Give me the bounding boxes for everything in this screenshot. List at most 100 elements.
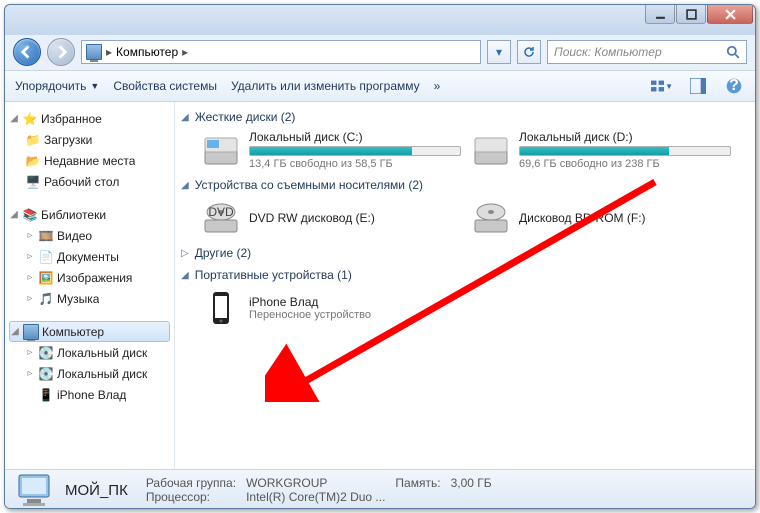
music-icon: 🎵 <box>38 291 54 307</box>
section-header[interactable]: ▷Другие (2) <box>181 246 749 260</box>
organize-menu[interactable]: Упорядочить ▼ <box>15 79 99 93</box>
computer-icon <box>86 44 102 60</box>
address-bar[interactable]: ▸ Компьютер ▸ <box>81 40 481 64</box>
sidebar-libraries-header[interactable]: ◢📚Библиотеки <box>5 204 174 225</box>
maximize-button[interactable] <box>676 5 706 24</box>
preview-pane-button[interactable] <box>687 75 709 97</box>
sidebar-item-recent[interactable]: 📂Недавние места <box>5 150 174 171</box>
section-other: ▷Другие (2) <box>181 246 749 260</box>
search-icon <box>726 45 740 59</box>
system-properties-button[interactable]: Свойства системы <box>113 79 217 93</box>
bd-drive-icon <box>471 198 511 238</box>
desktop-icon: 🖥️ <box>25 174 41 190</box>
drive-d[interactable]: Локальный диск (D:) 69,6 ГБ свободно из … <box>471 130 731 170</box>
iphone-icon <box>201 288 241 328</box>
device-subtitle: Переносное устройство <box>249 309 461 321</box>
section-header[interactable]: ◢Портативные устройства (1) <box>181 268 749 282</box>
drive-icon <box>201 130 241 170</box>
view-mode-button[interactable]: ▼ <box>651 75 673 97</box>
navbar: ▸ Компьютер ▸ ▾ Поиск: Компьютер <box>5 34 755 70</box>
content-pane: ◢Жесткие диски (2) Локальный диск (C:) 1… <box>175 102 755 469</box>
search-placeholder: Поиск: Компьютер <box>554 45 662 59</box>
phone-icon: 📱 <box>38 387 54 403</box>
status-cpu-value: Intel(R) Core(TM)2 Duo ... <box>246 490 385 504</box>
disclosure-triangle-icon[interactable]: ▷ <box>181 248 189 259</box>
video-icon: 🎞️ <box>38 228 54 244</box>
star-icon: ⭐ <box>22 111 38 127</box>
folder-icon: 📁 <box>25 132 41 148</box>
sidebar-item-iphone[interactable]: 📱iPhone Влад <box>5 384 174 405</box>
drive-icon <box>471 130 511 170</box>
drive-title: Дисковод BD-ROM (F:) <box>519 211 731 225</box>
titlebar <box>5 5 755 34</box>
status-workgroup-label: Рабочая группа: <box>146 476 236 490</box>
sidebar-item-desktop[interactable]: 🖥️Рабочий стол <box>5 171 174 192</box>
minimize-button[interactable] <box>645 5 675 24</box>
recent-icon: 📂 <box>25 153 41 169</box>
bd-drive[interactable]: Дисковод BD-ROM (F:) <box>471 198 731 238</box>
drive-icon: 💽 <box>38 345 54 361</box>
drive-icon: 💽 <box>38 366 54 382</box>
svg-text:?: ? <box>729 78 739 94</box>
disclosure-triangle-icon[interactable]: ◢ <box>181 270 189 281</box>
drive-subtitle: 69,6 ГБ свободно из 238 ГБ <box>519 158 731 170</box>
toolbar-overflow-button[interactable]: » <box>434 79 441 93</box>
chevron-right-icon: ▸ <box>182 45 188 59</box>
disclosure-triangle-icon[interactable]: ◢ <box>10 326 20 337</box>
disclosure-triangle-icon[interactable]: ◢ <box>9 113 19 124</box>
pictures-icon: 🖼️ <box>38 270 54 286</box>
sidebar-item-drive-d[interactable]: ▹💽Локальный диск <box>5 363 174 384</box>
sidebar-item-videos[interactable]: ▹🎞️Видео <box>5 225 174 246</box>
drive-title: DVD RW дисковод (E:) <box>249 211 461 225</box>
sidebar-favorites-header[interactable]: ◢⭐Избранное <box>5 108 174 129</box>
svg-text:DVD: DVD <box>208 205 234 219</box>
section-hard-drives: ◢Жесткие диски (2) Локальный диск (C:) 1… <box>181 110 749 170</box>
breadcrumb-location[interactable]: Компьютер <box>116 45 178 59</box>
libraries-icon: 📚 <box>22 207 38 223</box>
device-title: iPhone Влад <box>249 295 461 309</box>
drive-title: Локальный диск (C:) <box>249 130 461 144</box>
forward-button[interactable] <box>47 38 75 66</box>
sidebar-item-drive-c[interactable]: ▹💽Локальный диск <box>5 342 174 363</box>
disclosure-triangle-icon[interactable]: ◢ <box>181 180 189 191</box>
sidebar-item-pictures[interactable]: ▹🖼️Изображения <box>5 267 174 288</box>
status-memory-value: 3,00 ГБ <box>451 476 492 490</box>
disclosure-triangle-icon[interactable]: ◢ <box>181 112 189 123</box>
capacity-bar <box>249 146 461 156</box>
search-input[interactable]: Поиск: Компьютер <box>547 40 747 64</box>
status-metadata: Рабочая группа: WORKGROUP Память: 3,00 Г… <box>146 476 492 504</box>
sidebar-item-downloads[interactable]: 📁Загрузки <box>5 129 174 150</box>
refresh-button[interactable] <box>517 40 541 64</box>
details-pane: МОЙ_ПК Рабочая группа: WORKGROUP Память:… <box>5 469 755 509</box>
sidebar-item-music[interactable]: ▹🎵Музыка <box>5 288 174 309</box>
dvd-drive[interactable]: DVD DVD RW дисковод (E:) <box>201 198 461 238</box>
section-portable: ◢Портативные устройства (1) iPhone Влад … <box>181 268 749 328</box>
computer-icon <box>23 324 39 340</box>
dvd-drive-icon: DVD <box>201 198 241 238</box>
sidebar-item-documents[interactable]: ▹📄Документы <box>5 246 174 267</box>
uninstall-program-button[interactable]: Удалить или изменить программу <box>231 79 420 93</box>
close-button[interactable] <box>707 5 753 24</box>
toolbar: Упорядочить ▼ Свойства системы Удалить и… <box>5 70 755 102</box>
status-workgroup-value: WORKGROUP <box>246 476 385 490</box>
sidebar-computer-header[interactable]: ◢Компьютер <box>9 321 170 342</box>
portable-iphone[interactable]: iPhone Влад Переносное устройство <box>201 288 461 328</box>
status-memory-label: Память: <box>395 476 440 490</box>
history-dropdown-button[interactable]: ▾ <box>487 40 511 64</box>
status-cpu-label: Процессор: <box>146 490 236 504</box>
document-icon: 📄 <box>38 249 54 265</box>
computer-large-icon <box>15 473 53 507</box>
drive-title: Локальный диск (D:) <box>519 130 731 144</box>
help-button[interactable]: ? <box>723 75 745 97</box>
drive-subtitle: 13,4 ГБ свободно из 58,5 ГБ <box>249 158 461 170</box>
status-computer-name: МОЙ_ПК <box>65 482 128 499</box>
capacity-bar <box>519 146 731 156</box>
explorer-window: ▸ Компьютер ▸ ▾ Поиск: Компьютер Упорядо… <box>4 4 756 509</box>
back-button[interactable] <box>13 38 41 66</box>
section-header[interactable]: ◢Устройства со съемными носителями (2) <box>181 178 749 192</box>
drive-c[interactable]: Локальный диск (C:) 13,4 ГБ свободно из … <box>201 130 461 170</box>
chevron-right-icon: ▸ <box>106 45 112 59</box>
disclosure-triangle-icon[interactable]: ◢ <box>9 209 19 220</box>
navigation-pane: ◢⭐Избранное 📁Загрузки 📂Недавние места 🖥️… <box>5 102 175 469</box>
section-header[interactable]: ◢Жесткие диски (2) <box>181 110 749 124</box>
